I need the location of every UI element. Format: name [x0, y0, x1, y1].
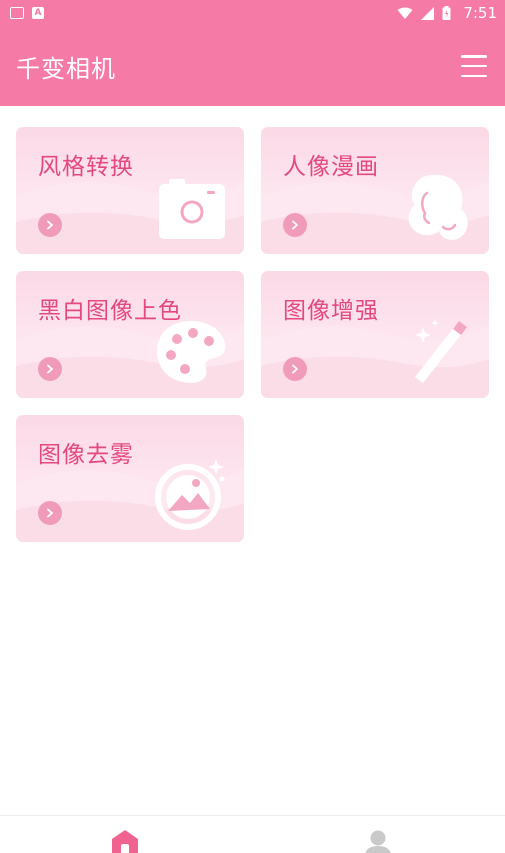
menu-line	[461, 64, 487, 68]
camera-icon	[159, 179, 225, 239]
app-bar: 千变相机	[0, 26, 505, 106]
chevron-right-icon	[47, 364, 53, 374]
menu-line	[461, 74, 487, 77]
palette-icon	[157, 321, 226, 383]
card-style-transfer[interactable]: 风格转换	[16, 127, 244, 254]
card-title: 人像漫画	[283, 154, 379, 180]
chevron-right-icon	[292, 364, 298, 374]
card-image-enhance[interactable]: 图像增强	[261, 271, 489, 398]
status-bar: A 7:51	[0, 0, 505, 26]
chevron-right-icon	[47, 508, 53, 518]
mail-notification-icon	[10, 7, 24, 19]
card-arrow-button[interactable]	[283, 357, 307, 381]
card-portrait-cartoon[interactable]: 人像漫画	[261, 127, 489, 254]
profile-icon	[365, 830, 391, 853]
portrait-icon	[408, 174, 468, 240]
card-title: 风格转换	[38, 154, 134, 180]
bottom-nav	[0, 815, 505, 853]
image-dehaze-icon	[155, 459, 225, 530]
app-title: 千变相机	[16, 54, 116, 83]
home-icon	[112, 830, 138, 853]
magic-wand-icon	[415, 319, 467, 383]
wifi-icon	[397, 7, 413, 19]
card-arrow-button[interactable]	[38, 501, 62, 525]
nav-profile[interactable]	[363, 830, 393, 853]
card-arrow-button[interactable]	[38, 357, 62, 381]
app-notification-icon: A	[32, 7, 44, 19]
card-image-dehaze[interactable]: 图像去雾	[16, 415, 244, 542]
clock-time: 7:51	[463, 4, 497, 22]
status-right: 7:51	[397, 4, 497, 22]
nav-home[interactable]	[110, 830, 140, 853]
menu-line	[461, 55, 487, 58]
card-arrow-button[interactable]	[38, 213, 62, 237]
chevron-right-icon	[292, 220, 298, 230]
status-left: A	[10, 7, 44, 19]
menu-button[interactable]	[461, 55, 487, 77]
card-arrow-button[interactable]	[283, 213, 307, 237]
cell-signal-icon	[421, 6, 435, 20]
battery-icon	[442, 6, 451, 20]
card-title: 图像增强	[283, 298, 379, 324]
card-title: 图像去雾	[38, 442, 134, 468]
card-colorize[interactable]: 黑白图像上色	[16, 271, 244, 398]
chevron-right-icon	[47, 220, 53, 230]
